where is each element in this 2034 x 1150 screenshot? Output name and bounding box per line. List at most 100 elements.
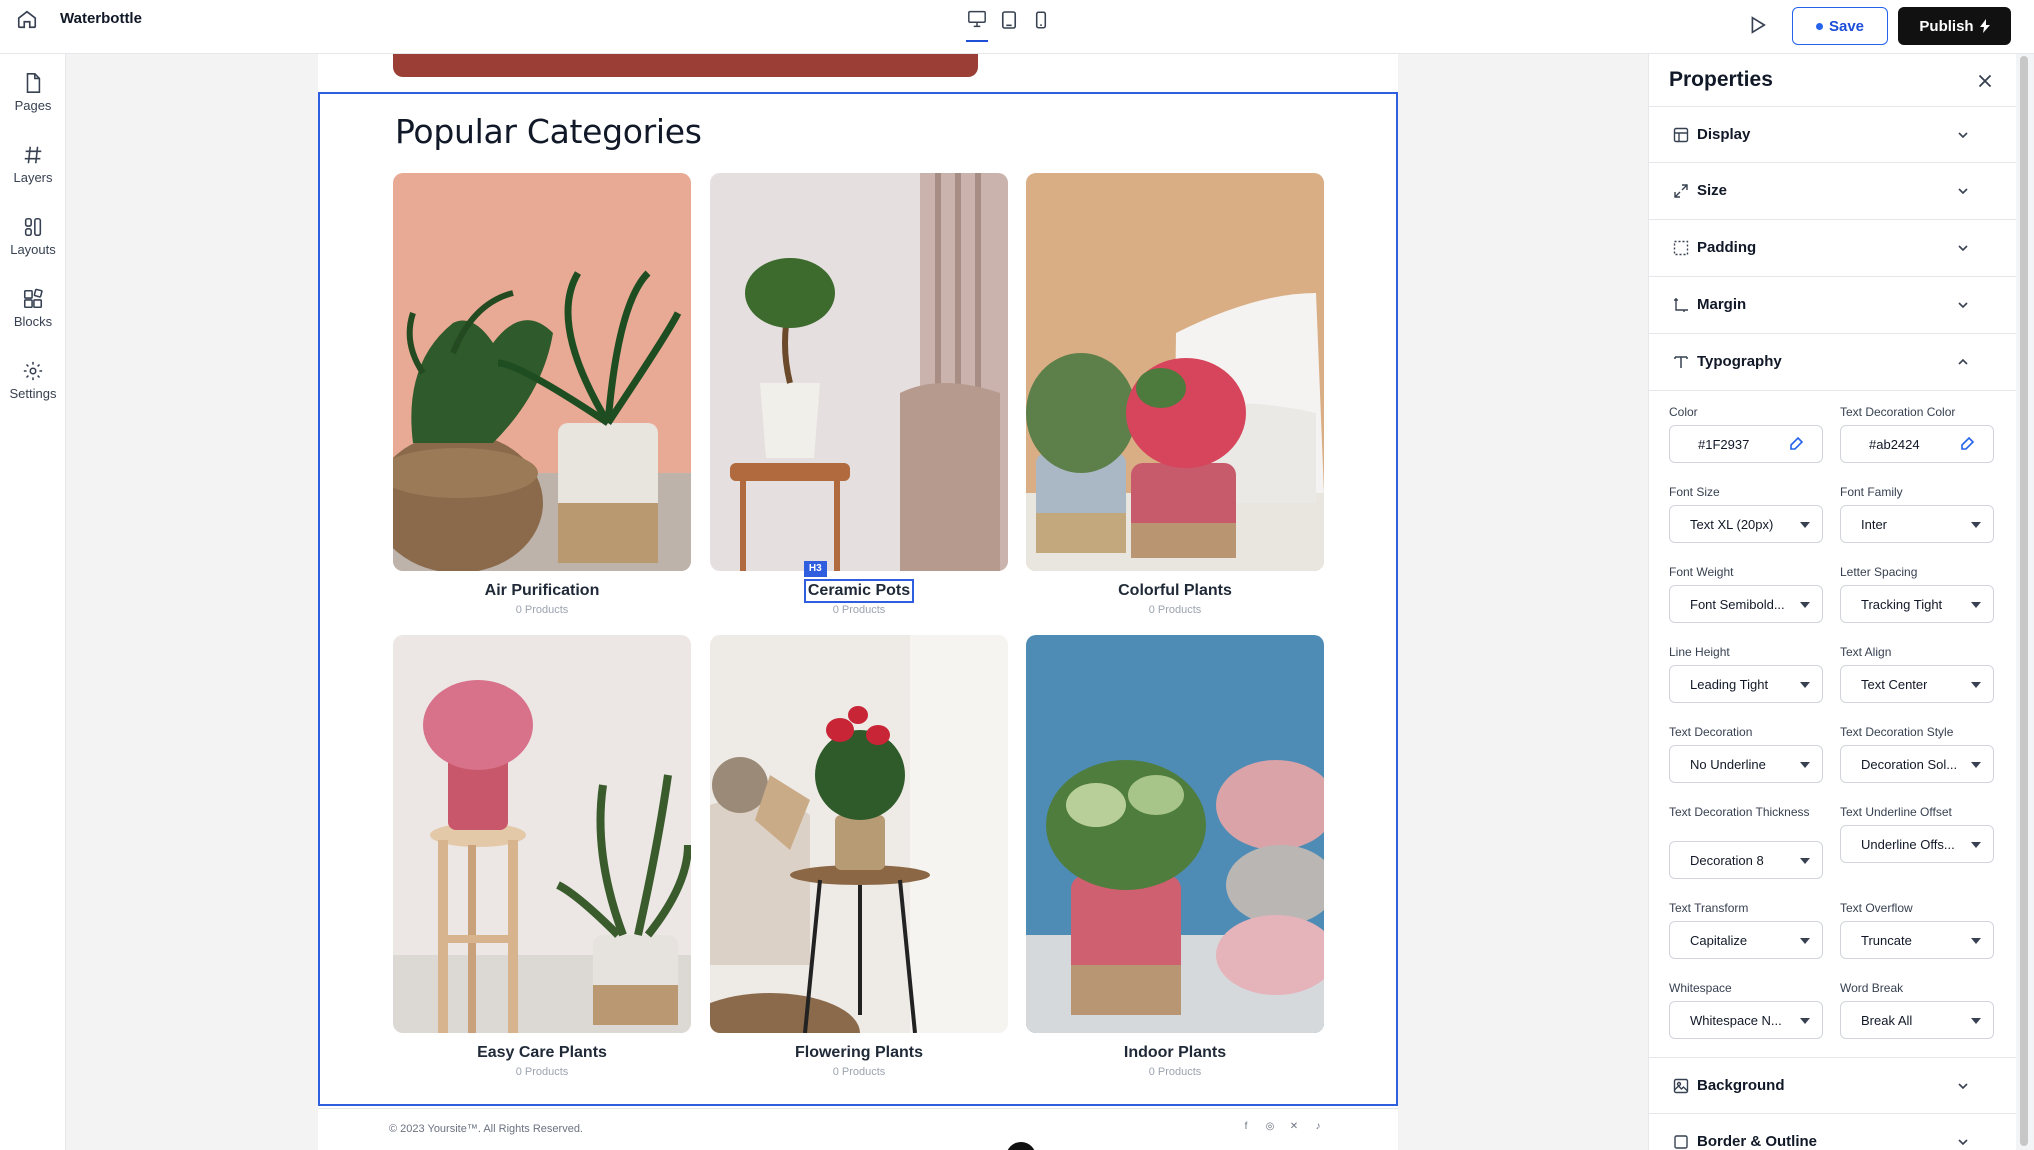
font-weight-select[interactable]: Font Semibold... xyxy=(1669,585,1823,623)
bolt-icon xyxy=(1979,19,1990,33)
underline-offset-select[interactable]: Underline Offs... xyxy=(1840,825,1994,863)
desktop-view-icon[interactable] xyxy=(966,8,988,42)
text-decoration-value: No Underline xyxy=(1690,757,1766,772)
accordion-label: Padding xyxy=(1697,239,1757,256)
home-icon[interactable] xyxy=(16,8,38,30)
facebook-icon[interactable]: f xyxy=(1240,1121,1252,1133)
text-decoration-style-value: Decoration Sol... xyxy=(1861,757,1958,772)
accordion-margin[interactable]: Margin xyxy=(1649,277,2017,334)
rail-item-blocks[interactable]: Blocks xyxy=(0,288,66,329)
category-image-air-purification[interactable] xyxy=(393,173,691,571)
accordion-size[interactable]: Size xyxy=(1649,163,2017,220)
letter-spacing-value: Tracking Tight xyxy=(1861,597,1943,612)
font-size-select[interactable]: Text XL (20px) xyxy=(1669,505,1823,543)
category-name-selected[interactable]: H3 Ceramic Pots xyxy=(710,561,1008,603)
rail-item-settings[interactable]: Settings xyxy=(0,360,66,401)
whitespace-label: Whitespace xyxy=(1669,981,1732,995)
selected-h3[interactable]: H3 Ceramic Pots xyxy=(803,561,915,603)
category-name[interactable]: Indoor Plants xyxy=(1026,1043,1324,1063)
line-height-value: Leading Tight xyxy=(1690,677,1769,692)
accordion-label: Display xyxy=(1697,126,1751,143)
gear-icon xyxy=(23,361,43,381)
caret-down-icon xyxy=(1971,682,1981,688)
category-count: 0 Products xyxy=(515,1066,569,1078)
text-overflow-select[interactable]: Truncate xyxy=(1840,921,1994,959)
category-image-ceramic-pots[interactable] xyxy=(710,173,1008,571)
chevron-down-icon xyxy=(1958,132,1968,139)
accordion-typography[interactable]: Typography xyxy=(1649,334,2017,391)
category-card[interactable]: Air Purification 0 Products xyxy=(393,173,691,616)
category-card[interactable]: Easy Care Plants 0 Products xyxy=(393,635,691,1078)
accordion-display[interactable]: Display xyxy=(1649,106,2017,163)
category-name[interactable]: Colorful Plants xyxy=(1026,581,1324,601)
text-transform-select[interactable]: Capitalize xyxy=(1669,921,1823,959)
text-decoration-thickness-select[interactable]: Decoration 8 xyxy=(1669,841,1823,879)
line-height-label: Line Height xyxy=(1669,645,1730,659)
category-count: 0 Products xyxy=(1148,1066,1202,1078)
section-title[interactable]: Popular Categories xyxy=(395,112,702,151)
text-decoration-color-field[interactable]: #ab2424 xyxy=(1840,425,1994,463)
category-card[interactable]: Flowering Plants 0 Products xyxy=(710,635,1008,1078)
whitespace-select[interactable]: Whitespace N... xyxy=(1669,1001,1823,1039)
color-field[interactable]: #1F2937 xyxy=(1669,425,1823,463)
accordion-background[interactable]: Background xyxy=(1649,1057,2017,1114)
text-decoration-select[interactable]: No Underline xyxy=(1669,745,1823,783)
category-count: 0 Products xyxy=(832,604,886,616)
category-image-easy-care-plants[interactable] xyxy=(393,635,691,1033)
text-align-select[interactable]: Text Center xyxy=(1840,665,1994,703)
text-decoration-thickness-label: Text Decoration Thickness xyxy=(1669,805,1810,819)
panel-scrollbar-thumb[interactable] xyxy=(2020,56,2028,1146)
element-tag-badge: H3 xyxy=(803,561,827,577)
publish-label: Publish xyxy=(1919,17,1974,35)
letter-spacing-label: Letter Spacing xyxy=(1840,565,1918,579)
chevron-down-icon xyxy=(1958,188,1968,195)
accordion-padding[interactable]: Padding xyxy=(1649,220,2017,277)
category-card[interactable]: Indoor Plants 0 Products xyxy=(1026,635,1324,1078)
close-icon[interactable] xyxy=(1974,70,1996,92)
text-decoration-style-select[interactable]: Decoration Sol... xyxy=(1840,745,1994,783)
category-card[interactable]: Colorful Plants 0 Products xyxy=(1026,173,1324,616)
word-break-value: Break All xyxy=(1861,1013,1913,1028)
category-name[interactable]: Ceramic Pots xyxy=(808,582,910,599)
accordion-border-outline[interactable]: Border & Outline xyxy=(1649,1114,2017,1150)
categories-section[interactable]: Popular Categories Air Purification 0 Pr… xyxy=(318,92,1398,1106)
hero-banner-edge[interactable] xyxy=(393,54,978,77)
word-break-select[interactable]: Break All xyxy=(1840,1001,1994,1039)
preview-play-icon[interactable] xyxy=(1746,14,1768,36)
eyedropper-icon[interactable] xyxy=(1959,436,1975,452)
line-height-select[interactable]: Leading Tight xyxy=(1669,665,1823,703)
rail-item-layers[interactable]: Layers xyxy=(0,144,66,185)
text-icon xyxy=(1674,356,1688,368)
rail-label-blocks: Blocks xyxy=(13,314,53,329)
square-icon xyxy=(1674,1135,1688,1149)
mobile-view-icon[interactable] xyxy=(1030,8,1052,34)
eyedropper-icon[interactable] xyxy=(1788,436,1804,452)
page-footer[interactable]: © 2023 Yoursite™. All Rights Reserved. f… xyxy=(318,1108,1398,1150)
tiktok-icon[interactable]: ♪ xyxy=(1312,1121,1324,1133)
save-button[interactable]: Save xyxy=(1792,7,1888,45)
publish-button[interactable]: Publish xyxy=(1898,7,2011,45)
instagram-icon[interactable]: ◎ xyxy=(1264,1121,1276,1133)
rail-item-layouts[interactable]: Layouts xyxy=(0,216,66,257)
x-icon[interactable]: ✕ xyxy=(1288,1121,1300,1133)
text-overflow-label: Text Overflow xyxy=(1840,901,1913,915)
font-size-label: Font Size xyxy=(1669,485,1720,499)
category-name[interactable]: Easy Care Plants xyxy=(393,1043,691,1063)
text-align-label: Text Align xyxy=(1840,645,1892,659)
letter-spacing-select[interactable]: Tracking Tight xyxy=(1840,585,1994,623)
left-rail: Pages Layers Layouts Blocks Settings xyxy=(0,54,66,1150)
category-image-colorful-plants[interactable] xyxy=(1026,173,1324,571)
category-card[interactable]: H3 Ceramic Pots 0 Products xyxy=(710,173,1008,616)
layout-icon xyxy=(1673,127,1689,143)
accordion-label: Typography xyxy=(1697,353,1782,370)
tablet-view-icon[interactable] xyxy=(998,8,1020,34)
text-transform-value: Capitalize xyxy=(1690,933,1748,948)
category-name[interactable]: Air Purification xyxy=(393,581,691,601)
font-family-select[interactable]: Inter xyxy=(1840,505,1994,543)
rail-item-pages[interactable]: Pages xyxy=(0,72,66,113)
rail-label-settings: Settings xyxy=(9,386,57,401)
text-decoration-color-value: #ab2424 xyxy=(1869,437,1920,452)
category-name[interactable]: Flowering Plants xyxy=(710,1043,1008,1063)
category-image-flowering-plants[interactable] xyxy=(710,635,1008,1033)
category-image-indoor-plants[interactable] xyxy=(1026,635,1324,1033)
